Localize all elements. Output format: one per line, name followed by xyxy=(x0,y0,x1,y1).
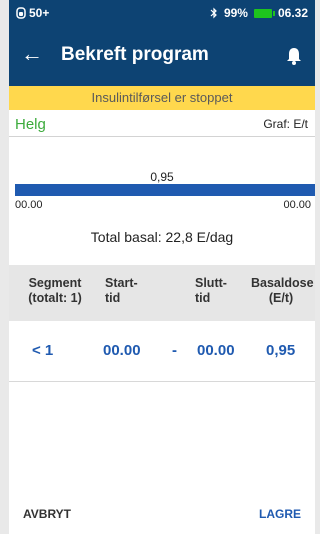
battery-icon xyxy=(253,8,275,18)
header-segment: Segment (totalt: 1) xyxy=(27,276,83,306)
basal-rate-bar xyxy=(15,184,315,196)
start-tick-label: 00.00 xyxy=(15,199,43,211)
graph-unit-label: Graf: E/t xyxy=(263,117,308,131)
header-segment-line1: Segment xyxy=(28,276,82,290)
end-time: 00.00 xyxy=(197,342,235,359)
app-header: ← Bekreft program xyxy=(9,26,315,86)
cancel-button[interactable]: AVBRYT xyxy=(23,507,71,521)
footer-bar: AVBRYT LAGRE xyxy=(9,480,315,534)
page-title: Bekreft program xyxy=(61,44,209,65)
header-start: Start- tid xyxy=(105,276,138,306)
basal-dose: 0,95 xyxy=(266,342,296,359)
total-basal: Total basal: 22,8 E/dag xyxy=(90,229,234,245)
header-end-line2: tid xyxy=(195,291,211,305)
status-bar: 50+ 99% 06.32 xyxy=(9,0,315,26)
pod-icon xyxy=(16,7,26,19)
delivery-stopped-banner: Insulintilførsel er stoppet xyxy=(9,86,315,110)
header-dose-line1: Basaldose xyxy=(251,276,314,290)
end-tick-label: 00.00 xyxy=(283,199,311,211)
back-arrow-icon[interactable]: ← xyxy=(21,41,43,67)
header-start-line1: Start- xyxy=(105,276,138,290)
save-button[interactable]: LAGRE xyxy=(259,507,301,521)
header-dose-line2: (E/t) xyxy=(268,291,294,305)
pod-status: 50+ xyxy=(16,6,49,20)
start-time: 00.00 xyxy=(103,342,141,359)
phone-screen: 50+ 99% 06.32 ← Bekreft program Insulint… xyxy=(9,0,315,534)
battery-percent: 99% xyxy=(223,6,248,20)
program-row: Helg Graf: E/t xyxy=(9,111,315,137)
status-right: 99% 06.32 xyxy=(210,6,308,20)
bar-value-label: 0,95 xyxy=(150,170,174,184)
header-start-line2: tid xyxy=(105,291,121,305)
header-end: Slutt- tid xyxy=(195,276,227,306)
bell-icon[interactable] xyxy=(285,46,303,66)
bluetooth-icon xyxy=(210,7,217,19)
header-end-line1: Slutt- xyxy=(195,276,227,290)
basal-graph: 0,95 00.00 00.00 xyxy=(9,160,315,220)
pod-level: 50+ xyxy=(29,6,50,20)
program-name: Helg xyxy=(15,116,46,133)
segment-number[interactable]: < 1 xyxy=(32,342,53,359)
table-row[interactable]: < 1 00.00 - 00.00 0,95 xyxy=(9,322,315,382)
header-dose: Basaldose (E/t) xyxy=(251,276,314,306)
header-segment-line2: (totalt: 1) xyxy=(28,291,82,305)
table-header: Segment (totalt: 1) Start- tid Slutt- ti… xyxy=(9,265,315,321)
time-separator: - xyxy=(172,342,177,359)
clock: 06.32 xyxy=(277,6,308,20)
